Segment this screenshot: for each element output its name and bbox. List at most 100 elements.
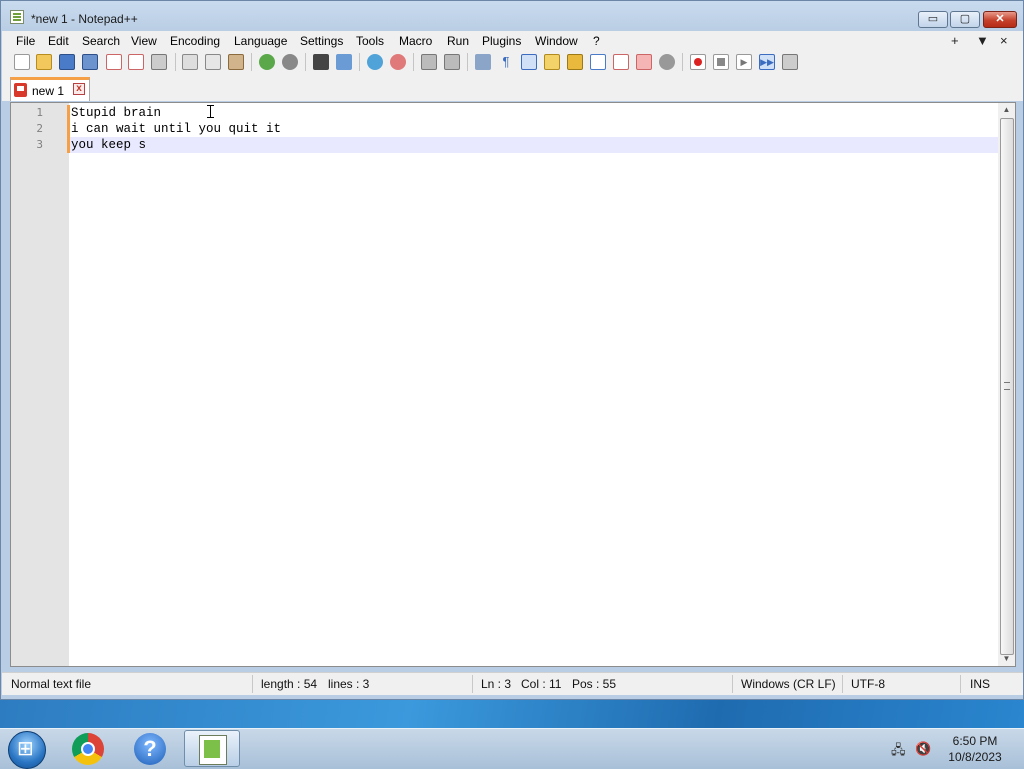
help-glyph: ? (143, 736, 157, 761)
replace-icon[interactable] (336, 54, 352, 70)
save-icon[interactable] (59, 54, 75, 70)
document-map-icon[interactable] (567, 54, 583, 70)
menu-bar: File Edit Search View Encoding Language … (2, 31, 1023, 51)
sync-horizontal-scroll-icon[interactable] (444, 54, 460, 70)
tab-close-icon[interactable]: x (73, 83, 85, 95)
close-document-icon[interactable]: × (1000, 33, 1008, 48)
monitoring-icon[interactable] (636, 54, 652, 70)
toolbar-separator (305, 53, 306, 71)
toolbar-separator (467, 53, 468, 71)
chrome-icon (72, 733, 104, 765)
menu-search[interactable]: Search (82, 34, 120, 48)
notepadpp-app-icon[interactable] (10, 10, 24, 24)
print-icon[interactable] (151, 54, 167, 70)
status-line-number: Ln : 3 (481, 677, 512, 691)
current-line-highlight (70, 137, 998, 153)
menu-tools[interactable]: Tools (356, 34, 384, 48)
scroll-down-icon[interactable]: ▼ (998, 652, 1015, 666)
title-bar[interactable]: *new 1 - Notepad++ ▭ ▢ ✕ (1, 1, 1023, 31)
line-number: 3 (36, 138, 43, 151)
code-line[interactable]: i can wait until you quit it (71, 121, 281, 137)
toolbar-separator (359, 53, 360, 71)
minimize-button[interactable]: ▭ (918, 11, 948, 28)
close-file-icon[interactable] (106, 54, 122, 70)
menu-plugins[interactable]: Plugins (482, 34, 521, 48)
menu-encoding[interactable]: Encoding (170, 34, 220, 48)
code-line[interactable]: you keep s (71, 137, 146, 153)
network-icon[interactable]: 🖧 (891, 741, 907, 757)
folder-as-workspace-icon[interactable] (613, 54, 629, 70)
status-lines: lines : 3 (328, 677, 370, 691)
menu-settings[interactable]: Settings (300, 34, 343, 48)
record-macro-icon[interactable] (690, 54, 706, 70)
new-tab-plus-icon[interactable]: + (951, 33, 959, 48)
macro-panel-icon[interactable] (659, 54, 675, 70)
undo-icon[interactable] (259, 54, 275, 70)
vertical-scrollbar[interactable]: ▲ ▼ (998, 103, 1015, 666)
status-divider (842, 675, 843, 693)
toolbar-separator (682, 53, 683, 71)
redo-icon[interactable] (282, 54, 298, 70)
menu-edit[interactable]: Edit (48, 34, 69, 48)
copy-icon[interactable] (205, 54, 221, 70)
run-macro-multiple-icon[interactable]: ▶▶ (759, 54, 775, 70)
window-title: *new 1 - Notepad++ (31, 12, 138, 26)
status-position: Pos : 55 (572, 677, 617, 691)
notepadpp-icon (199, 735, 227, 765)
status-encoding: UTF-8 (851, 677, 885, 691)
tab-label: new 1 (32, 84, 65, 98)
status-divider (252, 675, 253, 693)
close-all-icon[interactable] (128, 54, 144, 70)
status-divider (732, 675, 733, 693)
define-language-icon[interactable] (544, 54, 560, 70)
zoom-in-icon[interactable] (367, 54, 383, 70)
close-button[interactable]: ✕ (983, 11, 1017, 28)
menu-window[interactable]: Window (535, 34, 578, 48)
scroll-up-icon[interactable]: ▲ (998, 103, 1015, 117)
maximize-icon: ▢ (959, 13, 971, 25)
minimize-icon: ▭ (927, 13, 939, 25)
play-macro-icon[interactable]: ▶ (736, 54, 752, 70)
editor[interactable]: 1 2 3 Stupid brain i can wait until you … (10, 102, 1016, 667)
save-macro-icon[interactable] (782, 54, 798, 70)
menu-language[interactable]: Language (234, 34, 287, 48)
open-file-icon[interactable] (36, 54, 52, 70)
cut-icon[interactable] (182, 54, 198, 70)
tab-new-1[interactable]: new 1 x (10, 77, 90, 101)
taskbar-chrome[interactable] (60, 730, 116, 767)
taskbar: ? 🖧 🔇 6:50 PM 10/8/2023 (0, 728, 1024, 769)
unsaved-file-icon (14, 83, 27, 97)
scroll-thumb[interactable] (1000, 118, 1014, 655)
line-number-gutter[interactable]: 1 2 3 (11, 103, 70, 666)
maximize-button[interactable]: ▢ (950, 11, 980, 28)
desktop-background (0, 700, 1024, 728)
word-wrap-icon[interactable] (475, 54, 491, 70)
zoom-out-icon[interactable] (390, 54, 406, 70)
stop-macro-icon[interactable] (713, 54, 729, 70)
status-length: length : 54 (261, 677, 318, 691)
find-icon[interactable] (313, 54, 329, 70)
indent-guide-icon[interactable] (521, 54, 537, 70)
status-insert-mode: INS (970, 677, 991, 691)
system-clock[interactable]: 6:50 PM 10/8/2023 (940, 733, 1010, 765)
menu-view[interactable]: View (131, 34, 157, 48)
menu-file[interactable]: File (16, 34, 35, 48)
save-all-icon[interactable] (82, 54, 98, 70)
line-number: 2 (36, 122, 43, 135)
menu-help[interactable]: ? (593, 34, 600, 48)
paste-icon[interactable] (228, 54, 244, 70)
function-list-icon[interactable] (590, 54, 606, 70)
text-area[interactable]: Stupid brain i can wait until you quit i… (70, 103, 998, 666)
code-line[interactable]: Stupid brain (71, 105, 161, 121)
line-number: 1 (36, 106, 43, 119)
start-button[interactable] (8, 731, 46, 769)
new-file-icon[interactable] (14, 54, 30, 70)
menu-macro[interactable]: Macro (399, 34, 432, 48)
show-all-characters-icon[interactable]: ¶ (498, 54, 514, 70)
taskbar-notepadpp[interactable] (184, 730, 240, 767)
volume-muted-icon[interactable]: 🔇 (915, 741, 931, 757)
sync-vertical-scroll-icon[interactable] (421, 54, 437, 70)
menu-run[interactable]: Run (447, 34, 469, 48)
taskbar-help[interactable]: ? (122, 730, 178, 767)
tab-list-dropdown-icon[interactable]: ▼ (976, 33, 989, 48)
